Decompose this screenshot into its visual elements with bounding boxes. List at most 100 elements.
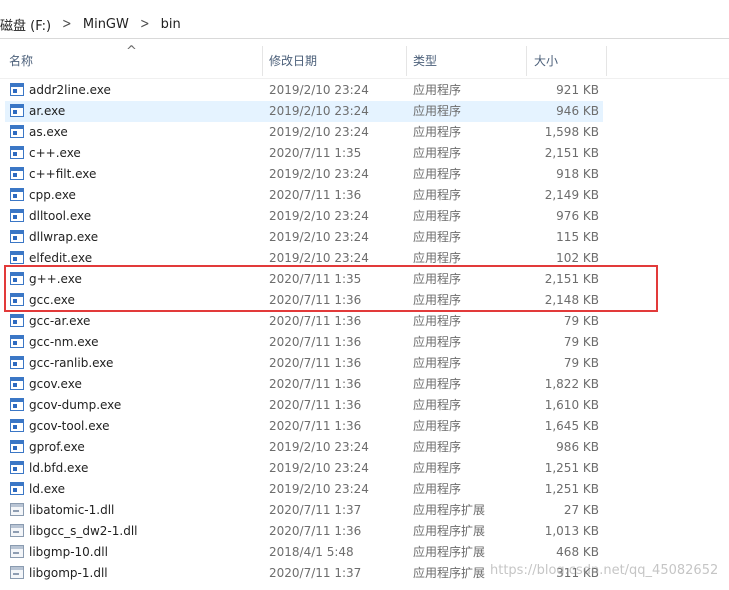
file-name: gcc-ranlib.exe (29, 356, 114, 370)
exe-icon (10, 482, 24, 495)
file-date: 2019/2/10 23:24 (269, 209, 369, 223)
file-date: 2019/2/10 23:24 (269, 461, 369, 475)
file-row[interactable]: g++.exe 2020/7/11 1:35 应用程序 2,151 KB (5, 269, 603, 290)
breadcrumb-mingw[interactable]: MinGW (83, 17, 129, 32)
column-header-name[interactable]: 名称 (9, 44, 33, 78)
file-date: 2018/4/1 5:48 (269, 545, 354, 559)
file-name: gcc-ar.exe (29, 314, 91, 328)
file-row[interactable]: libgmp-10.dll 2018/4/1 5:48 应用程序扩展 468 KB (5, 542, 603, 563)
file-date: 2020/7/11 1:36 (269, 314, 362, 328)
file-type: 应用程序 (413, 461, 462, 475)
file-row[interactable]: gcc-ar.exe 2020/7/11 1:36 应用程序 79 KB (5, 311, 603, 332)
file-name: elfedit.exe (29, 251, 93, 265)
file-name: cpp.exe (29, 188, 76, 202)
column-header-date[interactable]: 修改日期 (269, 44, 317, 78)
file-date: 2020/7/11 1:36 (269, 356, 362, 370)
column-divider[interactable] (526, 46, 527, 76)
file-row[interactable]: c++filt.exe 2019/2/10 23:24 应用程序 918 KB (5, 164, 603, 185)
file-name: gcov.exe (29, 377, 82, 391)
file-size: 1,645 KB (544, 419, 599, 433)
file-date: 2020/7/11 1:37 (269, 503, 362, 517)
exe-icon (10, 125, 24, 138)
file-date: 2020/7/11 1:35 (269, 272, 362, 286)
column-divider[interactable] (606, 46, 607, 76)
file-type: 应用程序 (413, 209, 462, 223)
file-row[interactable]: libatomic-1.dll 2020/7/11 1:37 应用程序扩展 27 KB (5, 500, 603, 521)
file-size: 115 KB (556, 230, 599, 244)
column-header-type[interactable]: 类型 (413, 44, 437, 78)
file-row[interactable]: ld.bfd.exe 2019/2/10 23:24 应用程序 1,251 KB (5, 458, 603, 479)
file-size: 946 KB (556, 104, 599, 118)
exe-icon (10, 146, 24, 159)
file-row[interactable]: gcov-tool.exe 2020/7/11 1:36 应用程序 1,645 KB (5, 416, 603, 437)
file-size: 79 KB (563, 356, 599, 370)
file-row[interactable]: gcov.exe 2020/7/11 1:36 应用程序 1,822 KB (5, 374, 603, 395)
file-row[interactable]: ld.exe 2019/2/10 23:24 应用程序 1,251 KB (5, 479, 603, 500)
file-row[interactable]: gcc-ranlib.exe 2020/7/11 1:36 应用程序 79 KB (5, 353, 603, 374)
file-size: 1,598 KB (544, 125, 599, 139)
file-size: 27 KB (563, 503, 599, 517)
file-row[interactable]: as.exe 2019/2/10 23:24 应用程序 1,598 KB (5, 122, 603, 143)
file-type: 应用程序 (413, 125, 462, 139)
file-row[interactable]: cpp.exe 2020/7/11 1:36 应用程序 2,149 KB (5, 185, 603, 206)
exe-icon (10, 251, 24, 264)
file-size: 986 KB (556, 440, 599, 454)
file-size: 976 KB (556, 209, 599, 223)
file-type: 应用程序 (413, 482, 462, 496)
breadcrumb-bin[interactable]: bin (161, 17, 181, 32)
file-type: 应用程序 (413, 251, 462, 265)
file-row[interactable]: addr2line.exe 2019/2/10 23:24 应用程序 921 KB (5, 80, 603, 101)
file-size: 1,822 KB (544, 377, 599, 391)
file-date: 2020/7/11 1:36 (269, 335, 362, 349)
file-type: 应用程序扩展 (413, 524, 486, 538)
file-name: libgcc_s_dw2-1.dll (29, 524, 138, 538)
file-type: 应用程序 (413, 146, 462, 160)
file-name: libgomp-1.dll (29, 566, 108, 580)
exe-icon (10, 356, 24, 369)
breadcrumb-drive[interactable]: 磁盘 (F:) (0, 15, 51, 34)
chevron-right-icon[interactable]: > (140, 16, 149, 32)
file-row[interactable]: gcov-dump.exe 2020/7/11 1:36 应用程序 1,610 KB (5, 395, 603, 416)
file-date: 2020/7/11 1:36 (269, 524, 362, 538)
chevron-right-icon[interactable]: > (62, 16, 71, 32)
exe-icon (10, 230, 24, 243)
file-name: ar.exe (29, 104, 66, 118)
file-row[interactable]: dlltool.exe 2019/2/10 23:24 应用程序 976 KB (5, 206, 603, 227)
file-type: 应用程序 (413, 167, 462, 181)
column-divider[interactable] (262, 46, 263, 76)
file-size: 2,151 KB (544, 272, 599, 286)
exe-icon (10, 398, 24, 411)
file-type: 应用程序 (413, 356, 462, 370)
file-row[interactable]: gcc.exe 2020/7/11 1:36 应用程序 2,148 KB (5, 290, 603, 311)
file-row[interactable]: ar.exe 2019/2/10 23:24 应用程序 946 KB (5, 101, 603, 122)
file-date: 2019/2/10 23:24 (269, 83, 369, 97)
file-date: 2020/7/11 1:36 (269, 377, 362, 391)
file-row[interactable]: elfedit.exe 2019/2/10 23:24 应用程序 102 KB (5, 248, 603, 269)
file-date: 2019/2/10 23:24 (269, 167, 369, 181)
file-date: 2019/2/10 23:24 (269, 251, 369, 265)
column-header-size[interactable]: 大小 (534, 44, 558, 78)
file-row[interactable]: gprof.exe 2019/2/10 23:24 应用程序 986 KB (5, 437, 603, 458)
file-name: c++filt.exe (29, 167, 97, 181)
file-date: 2020/7/11 1:37 (269, 566, 362, 580)
file-size: 2,149 KB (544, 188, 599, 202)
exe-icon (10, 314, 24, 327)
file-row[interactable]: c++.exe 2020/7/11 1:35 应用程序 2,151 KB (5, 143, 603, 164)
file-row[interactable]: gcc-nm.exe 2020/7/11 1:36 应用程序 79 KB (5, 332, 603, 353)
breadcrumb: 磁盘 (F:) > MinGW > bin (0, 14, 181, 34)
file-name: libgmp-10.dll (29, 545, 108, 559)
exe-icon (10, 440, 24, 453)
file-name: gcc.exe (29, 293, 75, 307)
exe-icon (10, 461, 24, 474)
file-row[interactable]: dllwrap.exe 2019/2/10 23:24 应用程序 115 KB (5, 227, 603, 248)
exe-icon (10, 293, 24, 306)
address-bar[interactable]: 磁盘 (F:) > MinGW > bin (0, 0, 729, 44)
column-divider[interactable] (406, 46, 407, 76)
file-size: 921 KB (556, 83, 599, 97)
file-type: 应用程序 (413, 398, 462, 412)
exe-icon (10, 188, 24, 201)
file-row[interactable]: libgcc_s_dw2-1.dll 2020/7/11 1:36 应用程序扩展 1,… (5, 521, 603, 542)
file-type: 应用程序 (413, 335, 462, 349)
file-type: 应用程序 (413, 314, 462, 328)
file-date: 2020/7/11 1:35 (269, 146, 362, 160)
